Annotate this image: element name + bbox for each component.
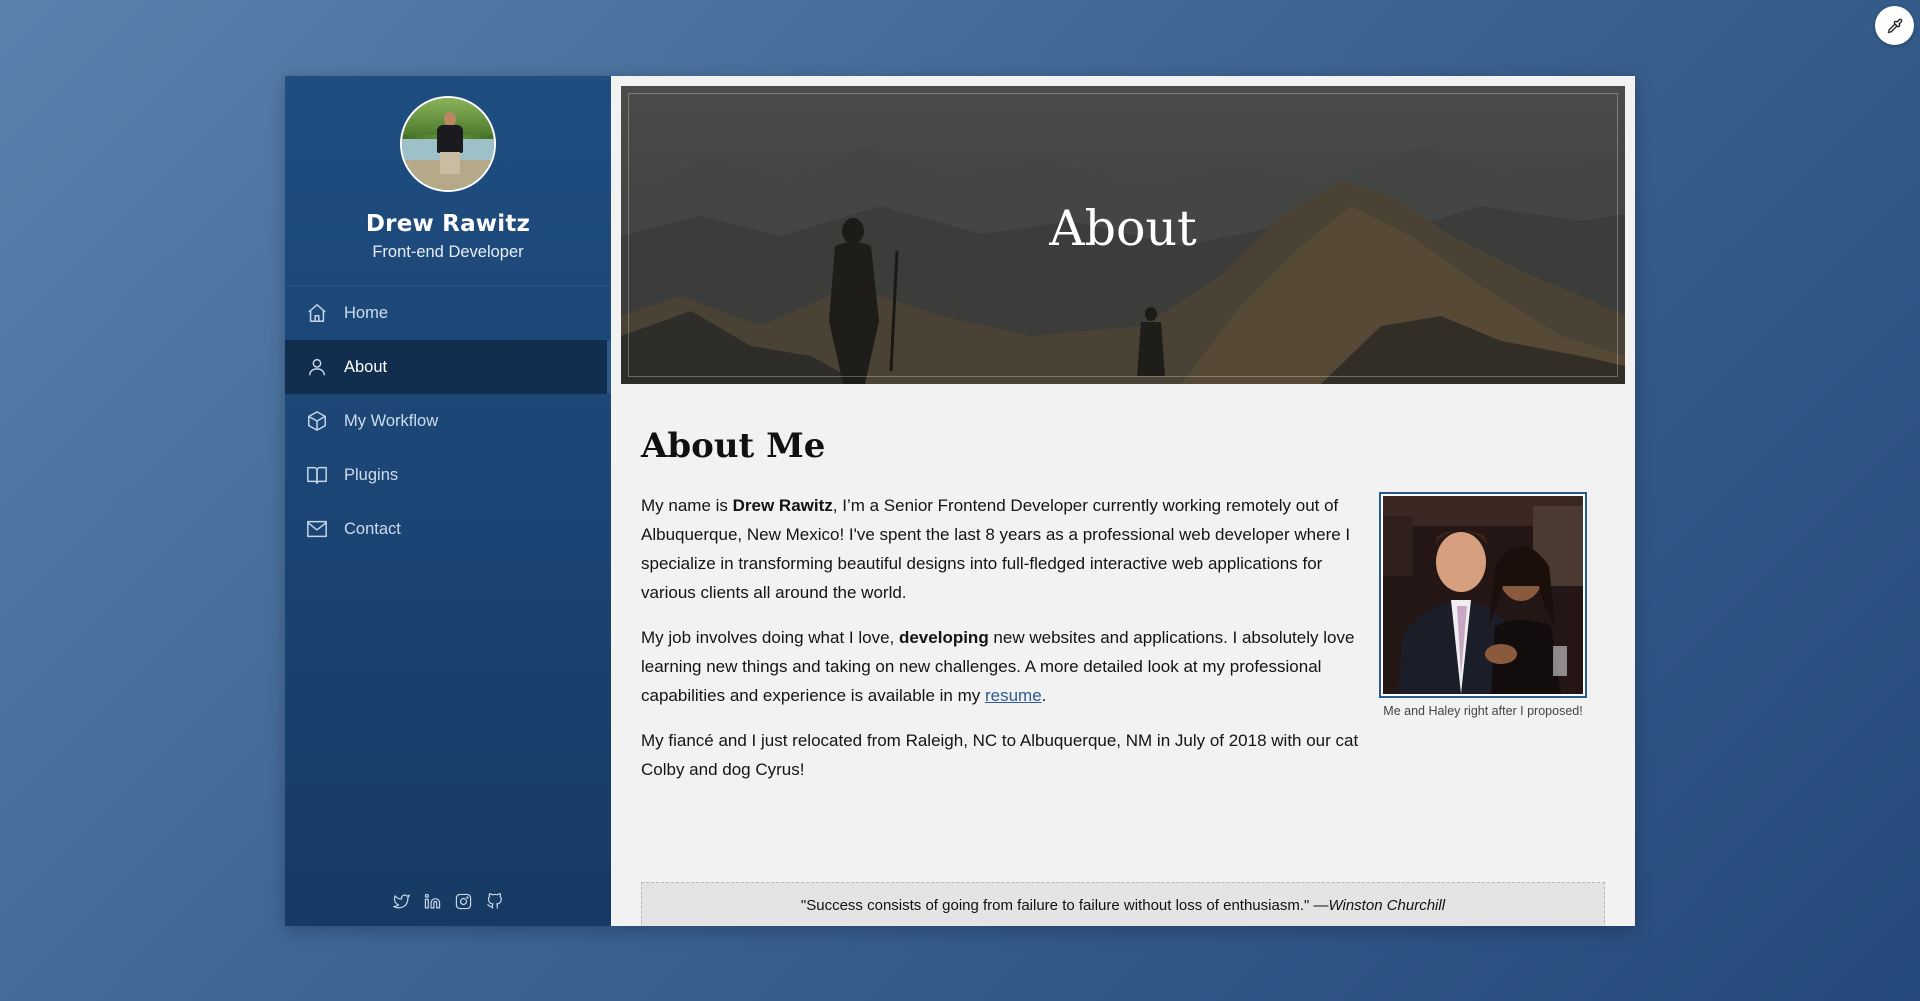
avatar [400,96,496,192]
user-icon [305,355,329,379]
section-heading: About Me [641,426,826,466]
about-section: About Me My name is Drew Rawitz, I’m a S… [641,426,1605,926]
name-highlight: Drew Rawitz [732,495,833,515]
job-paragraph: My job involves doing what I love, devel… [641,627,1355,705]
photo-caption: Me and Haley right after I proposed! [1383,704,1583,718]
page-title: About [1049,200,1197,257]
box-icon [305,409,329,433]
couple-photo [1383,496,1583,694]
sidebar-nav: Home About My Workflow Plugins Contact [285,286,611,556]
github-icon[interactable] [486,893,503,910]
developing-highlight: developing [898,627,989,647]
twitter-icon[interactable] [393,893,410,910]
sidebar-item-contact[interactable]: Contact [285,502,611,556]
profile-name: Drew Rawitz [365,211,531,237]
intro-paragraph: My name is Drew Rawitz, I’m a Senior Fro… [641,495,1351,602]
social-links [285,893,611,910]
relocation-paragraph: My fiancé and I just relocated from Rale… [641,730,1359,779]
hero-banner: About [621,86,1625,384]
linkedin-icon[interactable] [424,893,441,910]
profile-role: Front-end Developer [372,243,524,261]
main-content: About About Me My name is Drew Rawitz, I… [611,76,1635,926]
quote-block: "Success consists of going from failure … [641,882,1605,926]
quote-author: Winston Churchill [1328,896,1446,914]
book-icon [305,463,329,487]
sidebar-item-label: Contact [344,519,401,538]
sidebar: Drew Rawitz Front-end Developer Home Abo… [285,76,611,926]
sidebar-item-label: About [344,357,388,376]
instagram-icon[interactable] [455,893,472,910]
sidebar-item-label: Plugins [344,465,399,484]
sidebar-item-about[interactable]: About [285,340,611,394]
sidebar-item-plugins[interactable]: Plugins [285,448,611,502]
mail-icon [305,517,329,541]
sidebar-item-home[interactable]: Home [285,286,611,340]
photo-frame [1379,492,1587,698]
sidebar-item-label: My Workflow [344,411,439,430]
resume-link[interactable]: resume [985,686,1042,705]
app-window: Drew Rawitz Front-end Developer Home Abo… [285,76,1635,926]
engagement-photo: Me and Haley right after I proposed! [1379,492,1587,719]
quote-text: "Success consists of going from failure … [800,896,1329,914]
sidebar-item-label: Home [344,303,389,322]
about-text: My name is Drew Rawitz, I’m a Senior Fro… [641,491,1363,784]
eyedropper-icon[interactable] [1875,6,1914,45]
sidebar-item-my-workflow[interactable]: My Workflow [285,394,611,448]
home-icon [305,301,329,325]
profile-header: Drew Rawitz Front-end Developer [285,76,611,286]
